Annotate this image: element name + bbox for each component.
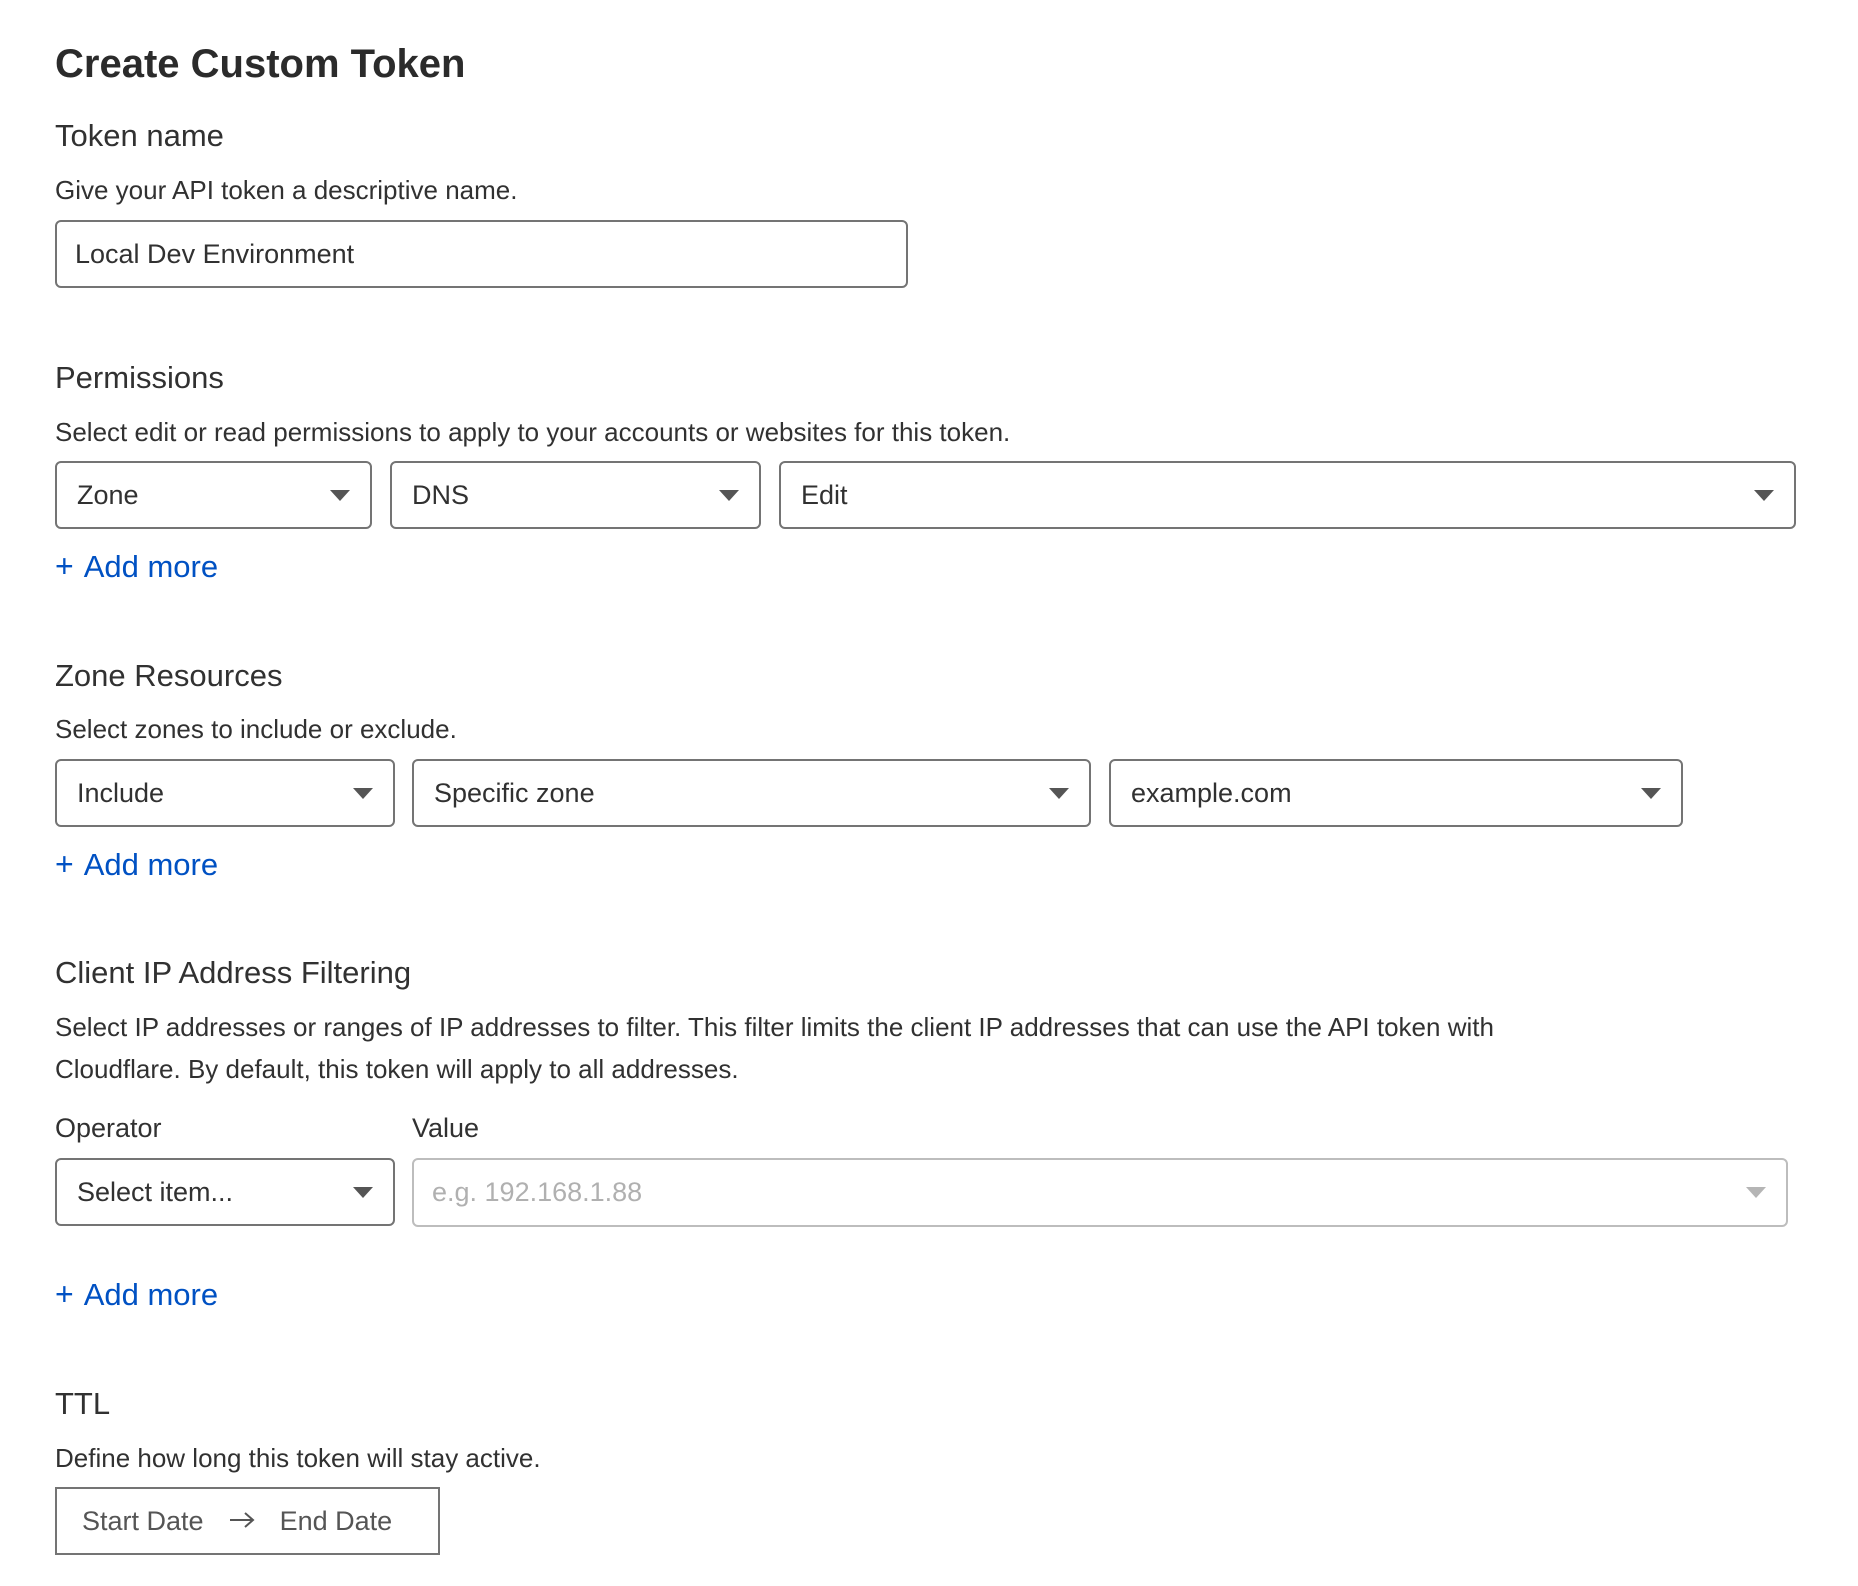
select-value: example.com <box>1131 777 1292 808</box>
add-more-label: Add more <box>83 548 219 584</box>
zone-select[interactable]: example.com <box>1109 759 1683 827</box>
select-value: DNS <box>412 479 470 510</box>
permission-resource-select[interactable]: DNS <box>390 461 761 529</box>
caret-down-icon <box>719 489 739 501</box>
ttl-description: Define how long this token will stay act… <box>55 1443 541 1473</box>
permissions-heading: Permissions <box>55 360 224 395</box>
select-value: Zone <box>77 479 139 510</box>
token-name-description: Give your API token a descriptive name. <box>55 175 518 205</box>
zone-include-select[interactable]: Include <box>55 759 395 827</box>
ip-filtering-heading: Client IP Address Filtering <box>55 955 412 990</box>
zone-type-select[interactable]: Specific zone <box>412 759 1091 827</box>
caret-down-icon <box>353 787 373 799</box>
add-more-label: Add more <box>83 1276 219 1312</box>
ip-filtering-description-line2: Cloudflare. By default, this token will … <box>55 1054 739 1084</box>
arrow-right-icon <box>228 1506 256 1537</box>
permission-scope-select[interactable]: Zone <box>55 461 372 529</box>
operator-label: Operator <box>55 1113 162 1143</box>
token-name-value: Local Dev Environment <box>75 238 355 269</box>
select-value: Include <box>77 777 165 808</box>
operator-select[interactable]: Select item... <box>55 1158 395 1226</box>
select-value: Select item... <box>77 1176 234 1207</box>
caret-down-icon <box>1754 489 1774 501</box>
page-title: Create Custom Token <box>55 42 466 86</box>
ip-filtering-description-line1: Select IP addresses or ranges of IP addr… <box>55 1012 1494 1042</box>
value-label: Value <box>412 1113 480 1143</box>
plus-icon: + <box>55 548 74 584</box>
zone-resources-description: Select zones to include or exclude. <box>55 714 457 744</box>
ip-value-input[interactable]: e.g. 192.168.1.88 <box>412 1158 1788 1227</box>
ip-value-placeholder: e.g. 192.168.1.88 <box>432 1177 643 1207</box>
start-date-input[interactable]: Start Date <box>82 1506 204 1537</box>
caret-down-icon <box>1049 787 1069 799</box>
caret-down-icon <box>353 1186 373 1198</box>
select-value: Specific zone <box>434 777 595 808</box>
token-name-input[interactable]: Local Dev Environment <box>55 220 908 288</box>
caret-down-icon <box>1746 1187 1766 1198</box>
token-name-heading: Token name <box>55 118 224 153</box>
zone-resources-heading: Zone Resources <box>55 658 283 693</box>
plus-icon: + <box>55 846 74 882</box>
ttl-date-range-picker[interactable]: Start Date End Date <box>55 1487 440 1555</box>
add-more-label: Add more <box>83 846 219 882</box>
end-date-input[interactable]: End Date <box>280 1506 393 1537</box>
caret-down-icon <box>1641 787 1661 799</box>
zone-resources-add-more-link[interactable]: + Add more <box>55 846 218 883</box>
plus-icon: + <box>55 1276 74 1312</box>
ip-filtering-add-more-link[interactable]: + Add more <box>55 1276 218 1313</box>
select-value: Edit <box>801 479 848 510</box>
permissions-description: Select edit or read permissions to apply… <box>55 417 1011 447</box>
ttl-heading: TTL <box>55 1386 111 1421</box>
permissions-add-more-link[interactable]: + Add more <box>55 548 218 585</box>
caret-down-icon <box>330 489 350 501</box>
permission-level-select[interactable]: Edit <box>779 461 1796 529</box>
